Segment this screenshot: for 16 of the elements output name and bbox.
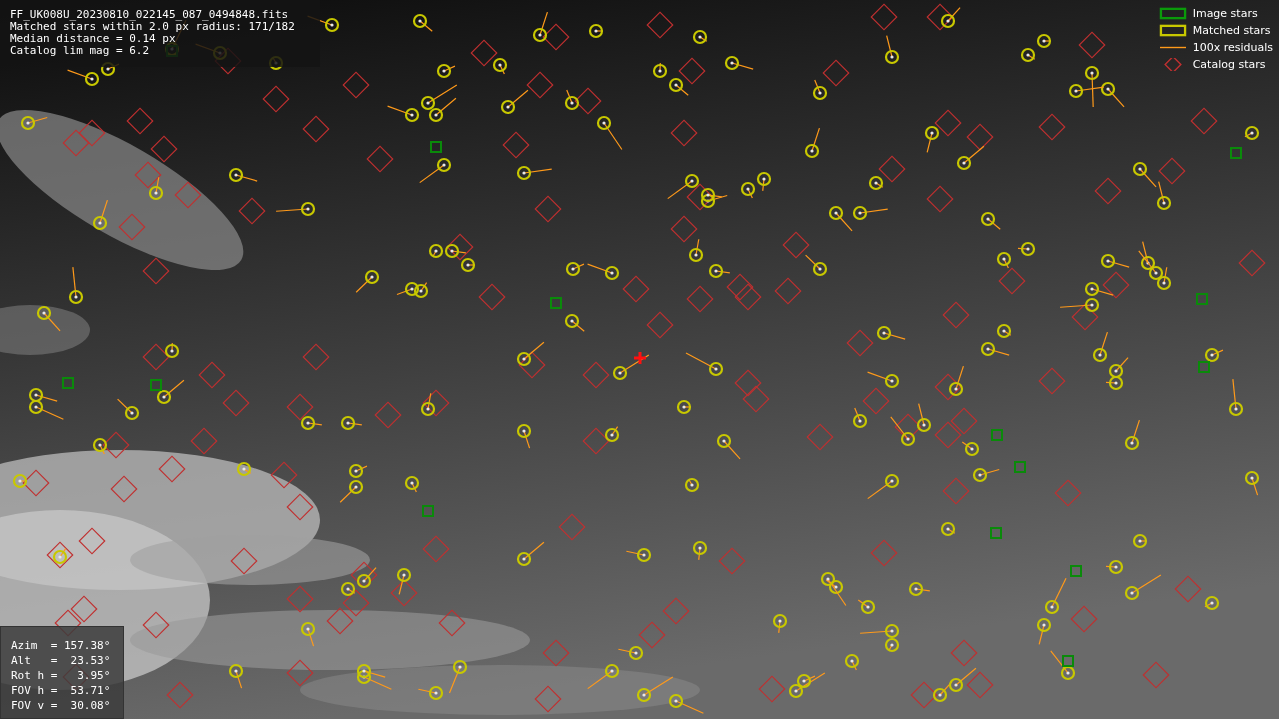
crosshair-icon — [634, 352, 646, 364]
rectangle-icon — [1158, 24, 1187, 37]
legend-label: Catalog stars — [1192, 58, 1266, 71]
pointing-text: FOV v = 30.08° — [11, 698, 112, 713]
legend-label: 100x residuals — [1192, 41, 1273, 54]
legend-label: Image stars — [1192, 7, 1258, 20]
pointing-text: Alt = 23.53° — [11, 653, 112, 668]
pointing-text: FOV h = 53.71° — [11, 683, 112, 698]
info-text: Median distance = 0.14 px — [10, 33, 177, 45]
legend-label: Matched stars — [1192, 24, 1271, 37]
info-text: Catalog lim mag = 6.2 — [10, 45, 151, 57]
info-text: Matched stars within 2.0 px radius: 171/182 — [10, 21, 296, 33]
pointing-text: Rot h = 3.95° — [11, 668, 112, 683]
pointing-text: Azim = 157.38° — [11, 638, 112, 653]
rectangle-icon — [1158, 7, 1187, 20]
info-text: FF_UK008U_20230810_022145_087_0494848.fits — [10, 9, 290, 21]
